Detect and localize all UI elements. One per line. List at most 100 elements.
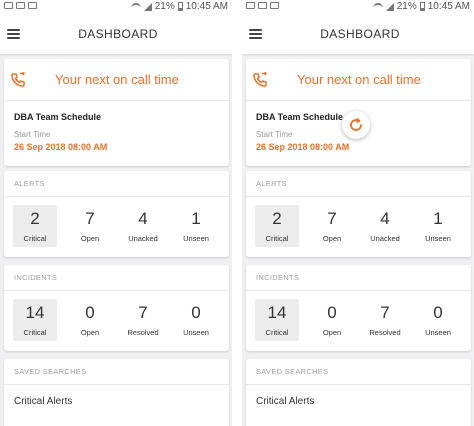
stat-value: 0	[191, 303, 201, 322]
incidents-stats: 14 Critical 0 Open 7 Resolved 0 Unseen	[246, 291, 471, 351]
saved-searches-card: SAVED SEARCHES Critical Alerts	[246, 359, 471, 426]
stat-label: Open	[80, 234, 100, 243]
status-right: 21% 10:45 AM	[130, 1, 228, 12]
stat-label: Unseen	[183, 328, 209, 337]
clock: 10:45 AM	[427, 1, 470, 12]
alerts-critical-stat[interactable]: 2 Critical	[255, 205, 299, 247]
battery-icon	[177, 2, 183, 11]
stat-value: 2	[272, 209, 282, 228]
page-title: DASHBOARD	[320, 27, 400, 41]
stat-label: Open	[322, 328, 342, 337]
on-call-card[interactable]: Your next on call time DBA Team Schedule…	[4, 59, 229, 166]
wifi-icon	[130, 2, 141, 11]
stat-label: Open	[322, 234, 342, 243]
incidents-resolved-stat[interactable]: 7 Resolved	[363, 299, 407, 341]
stat-label: Critical	[23, 328, 47, 337]
app-bar: DASHBOARD	[0, 16, 232, 54]
incidents-section-label: INCIDENTS	[246, 265, 471, 291]
incidents-critical-stat[interactable]: 14 Critical	[255, 299, 299, 341]
saved-search-item[interactable]: Critical Alerts	[4, 385, 229, 419]
signal-icon	[143, 2, 152, 11]
battery-percent: 21%	[154, 1, 175, 12]
stat-value: 1	[191, 209, 201, 228]
saved-searches-label: SAVED SEARCHES	[4, 359, 229, 385]
stat-value: 4	[138, 209, 148, 228]
phone-screen-right: 21% 10:45 AM DASHBOARD Your next on call…	[242, 0, 474, 426]
alerts-section-label: ALERTS	[246, 171, 471, 197]
phone-screen-left: 21% 10:45 AM DASHBOARD Your next on call…	[0, 0, 232, 426]
incidents-section-label: INCIDENTS	[4, 265, 229, 291]
alerts-card: ALERTS 2 Critical 7 Open 4 Unacked 1 Unseen	[4, 171, 229, 257]
refresh-button[interactable]	[342, 111, 370, 139]
on-call-card[interactable]: Your next on call time DBA Team Schedule…	[246, 59, 471, 166]
stat-label: Resolved	[369, 328, 401, 337]
status-bar: 21% 10:45 AM	[242, 0, 474, 16]
saved-search-item[interactable]: Critical Alerts	[246, 385, 471, 419]
notification-icons	[246, 2, 279, 9]
alerts-critical-stat[interactable]: 2 Critical	[13, 205, 57, 247]
notification-icon	[16, 2, 25, 9]
start-time-value: 26 Sep 2018 08:00 AM	[14, 142, 108, 152]
stat-value: 7	[327, 209, 337, 228]
on-call-header: Your next on call time	[4, 59, 229, 101]
battery-percent: 21%	[396, 1, 417, 12]
start-time-label: Start Time	[14, 130, 51, 139]
incidents-resolved-stat[interactable]: 7 Resolved	[121, 299, 165, 341]
alerts-card: ALERTS 2 Critical 7 Open 4 Unacked 1 Unseen	[246, 171, 471, 257]
on-call-header: Your next on call time	[246, 59, 471, 101]
stat-label: Critical	[265, 234, 289, 243]
stat-label: Unacked	[370, 234, 400, 243]
stat-value: 4	[380, 209, 390, 228]
incidents-unseen-stat[interactable]: 0 Unseen	[416, 299, 460, 341]
on-call-title: Your next on call time	[297, 72, 421, 87]
stat-value: 1	[433, 209, 443, 228]
notification-icon	[258, 2, 267, 9]
stat-label: Unseen	[425, 234, 451, 243]
incidents-card: INCIDENTS 14 Critical 0 Open 7 Resolved 0 Un…	[4, 265, 229, 351]
wifi-icon	[372, 2, 383, 11]
incidents-open-stat[interactable]: 0 Open	[68, 299, 112, 341]
stat-label: Unseen	[425, 328, 451, 337]
alerts-unseen-stat[interactable]: 1 Unseen	[416, 205, 460, 247]
incidents-stats: 14 Critical 0 Open 7 Resolved 0 Unseen	[4, 291, 229, 351]
incidents-unseen-stat[interactable]: 0 Unseen	[174, 299, 218, 341]
incidents-card: INCIDENTS 14 Critical 0 Open 7 Resolved 0 Un…	[246, 265, 471, 351]
phone-call-icon	[11, 72, 25, 87]
divider	[232, 0, 242, 426]
battery-icon	[419, 2, 425, 11]
clock: 10:45 AM	[185, 1, 228, 12]
notification-icon	[28, 2, 37, 9]
stat-value: 0	[85, 303, 95, 322]
notification-icon	[270, 2, 279, 9]
incidents-open-stat[interactable]: 0 Open	[310, 299, 354, 341]
refresh-icon	[350, 117, 362, 131]
alerts-open-stat[interactable]: 7 Open	[310, 205, 354, 247]
schedule-name: DBA Team Schedule	[14, 112, 102, 122]
notification-icon	[4, 2, 13, 9]
signal-icon	[385, 2, 394, 11]
screenshot-pair: 21% 10:45 AM DASHBOARD Your next on call…	[0, 0, 474, 426]
status-bar: 21% 10:45 AM	[0, 0, 232, 16]
stat-label: Unacked	[128, 234, 158, 243]
on-call-title: Your next on call time	[55, 72, 179, 87]
stat-value: 0	[433, 303, 443, 322]
phone-call-icon	[253, 72, 267, 87]
incidents-critical-stat[interactable]: 14 Critical	[13, 299, 57, 341]
start-time-label: Start Time	[256, 130, 293, 139]
alerts-unacked-stat[interactable]: 4 Unacked	[363, 205, 407, 247]
stat-label: Unseen	[183, 234, 209, 243]
alerts-unseen-stat[interactable]: 1 Unseen	[174, 205, 218, 247]
stat-value: 14	[25, 303, 45, 322]
alerts-unacked-stat[interactable]: 4 Unacked	[121, 205, 165, 247]
notification-icons	[4, 2, 37, 9]
alerts-section-label: ALERTS	[4, 171, 229, 197]
stat-label: Resolved	[127, 328, 159, 337]
alerts-stats: 2 Critical 7 Open 4 Unacked 1 Unseen	[246, 197, 471, 257]
page-title: DASHBOARD	[78, 27, 158, 41]
stat-label: Open	[80, 328, 100, 337]
stat-value: 14	[267, 303, 287, 322]
stat-value: 7	[138, 303, 148, 322]
alerts-open-stat[interactable]: 7 Open	[68, 205, 112, 247]
saved-searches-card: SAVED SEARCHES Critical Alerts	[4, 359, 229, 426]
status-right: 21% 10:45 AM	[372, 1, 470, 12]
